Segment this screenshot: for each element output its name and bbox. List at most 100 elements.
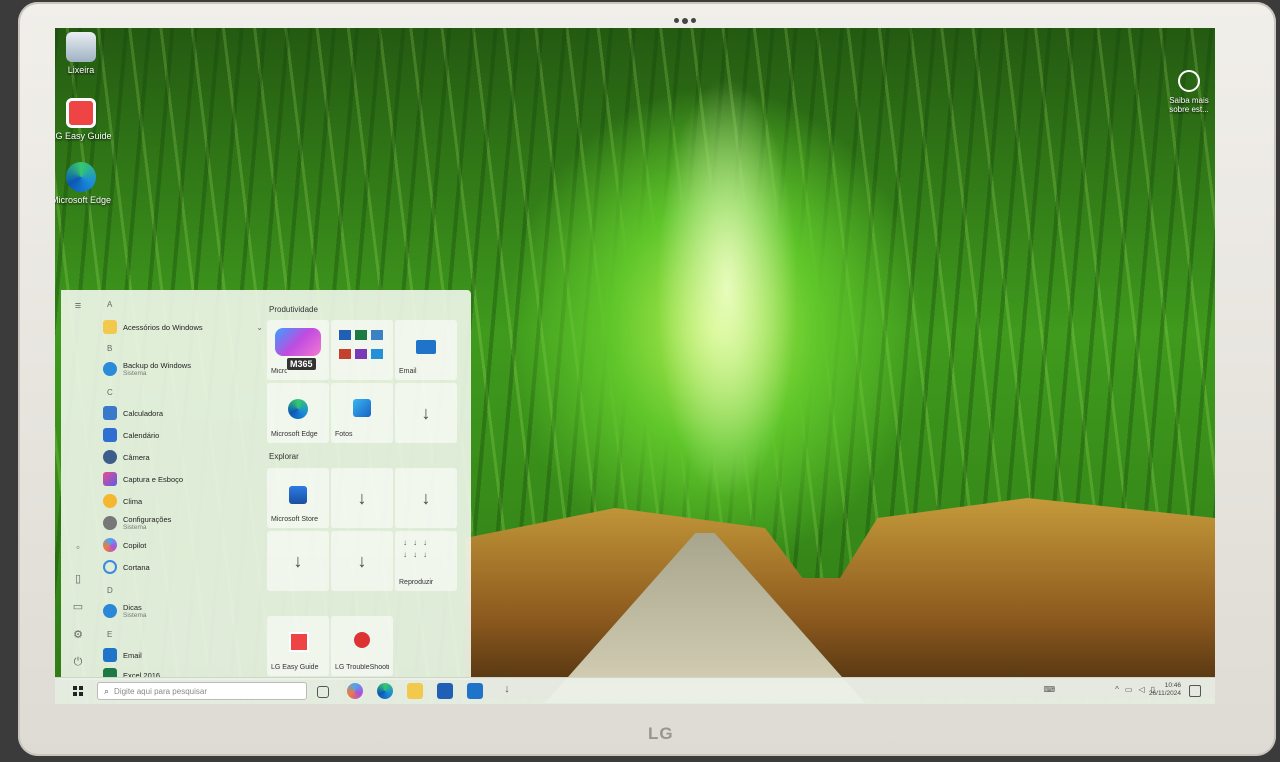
camera-aperture-icon (1178, 70, 1200, 92)
desktop-icon-recycle-bin[interactable]: Lixeira (55, 32, 113, 75)
section-explorar: Explorar (269, 452, 299, 461)
clock[interactable]: 10:46 26/11/2024 (1149, 682, 1181, 698)
tile-download-placeholder-2[interactable]: ↓ (331, 468, 393, 528)
network-icon[interactable]: ▭ (1125, 685, 1133, 694)
lg-easy-guide-icon (66, 98, 96, 128)
app-calendario[interactable]: Calendário (103, 426, 263, 444)
user-icon[interactable]: ◦ (71, 542, 85, 554)
gear-icon (103, 516, 117, 530)
tips-icon (103, 604, 117, 618)
edge-taskbar-icon[interactable] (377, 683, 393, 699)
tile-microsoft-edge[interactable]: Microsoft Edge (267, 383, 329, 443)
desktop-icon-lg-easy-guide[interactable]: LG Easy Guide (55, 98, 113, 141)
tile-reproduzir-folder[interactable]: ↓↓↓ ↓↓↓ Reproduzir (395, 531, 457, 591)
mail-icon (416, 340, 436, 354)
camera-icon (103, 450, 117, 464)
download-icon: ↓ (357, 488, 367, 508)
app-dicas[interactable]: Dicas Sistema (103, 602, 263, 620)
lg-easy-guide-icon (289, 632, 309, 652)
edge-icon (288, 399, 308, 419)
letter-header-b[interactable]: B (107, 344, 112, 353)
download-icon: ↓ (357, 551, 367, 571)
section-produtividade: Produtividade (269, 305, 318, 314)
app-captura[interactable]: Captura e Esboço (103, 470, 263, 488)
taskbar: ⌕ Digite aqui para pesquisar ↓ ⌨ ^ ▭ ◁ ▯… (55, 677, 1215, 704)
folder-icon (103, 320, 117, 334)
windows-start-button[interactable] (73, 686, 83, 696)
learn-more-widget[interactable]: Saiba mais sobre est... (1165, 70, 1213, 114)
mail-taskbar-icon[interactable] (467, 683, 483, 699)
cortana-icon (103, 560, 117, 574)
download-icon: ↓ (293, 551, 303, 571)
calculator-icon (103, 406, 117, 420)
volume-icon[interactable]: ◁ (1138, 685, 1144, 694)
search-icon: ⌕ (104, 685, 110, 696)
power-icon[interactable]: ⏻ (71, 656, 85, 668)
tile-download-placeholder-1[interactable]: ↓ (395, 383, 457, 443)
recycle-bin-icon (66, 32, 96, 62)
app-backup[interactable]: Backup do Windows Sistema (103, 360, 263, 378)
app-configuracoes[interactable]: Configurações Sistema (103, 514, 263, 532)
download-icon: ↓ (421, 488, 431, 508)
cloud-backup-icon (103, 362, 117, 376)
app-calculadora[interactable]: Calculadora (103, 404, 263, 422)
download-icon: ↓ (421, 403, 431, 423)
edge-icon (66, 162, 96, 192)
letter-header-a[interactable]: A (107, 300, 112, 309)
weather-icon (103, 494, 117, 508)
pictures-icon[interactable]: ▭ (71, 600, 85, 613)
keyboard-icon[interactable]: ⌨ (1043, 685, 1055, 694)
app-list: A Acessórios do Windows ⌄ B Backup do Wi… (101, 290, 271, 680)
desktop-icon-edge[interactable]: Microsoft Edge (55, 162, 113, 205)
copilot-icon (103, 538, 117, 552)
tile-microsoft-store[interactable]: Microsoft Store (267, 468, 329, 528)
taskbar-search-box[interactable]: ⌕ Digite aqui para pesquisar (97, 682, 307, 700)
copilot-taskbar-icon[interactable] (347, 683, 363, 699)
notifications-icon[interactable] (1189, 685, 1201, 697)
calendar-icon (103, 428, 117, 442)
file-explorer-icon[interactable] (407, 683, 423, 699)
photos-icon (353, 399, 371, 417)
tile-lg-troubleshooting[interactable]: LG TroubleShooti... (331, 616, 393, 676)
app-clima[interactable]: Clima (103, 492, 263, 510)
chevron-down-icon: ⌄ (256, 322, 263, 332)
tile-microsoft-365[interactable]: M365 Microsoft 365 (267, 320, 329, 380)
tile-download-placeholder-4[interactable]: ↓ (267, 531, 329, 591)
office-apps-icon (339, 330, 387, 364)
lg-troubleshoot-icon (354, 632, 370, 648)
app-camera[interactable]: Câmera (103, 448, 263, 466)
hamburger-menu-icon[interactable]: ≡ (71, 300, 85, 312)
search-placeholder: Digite aqui para pesquisar (114, 686, 207, 696)
app-acessorios[interactable]: Acessórios do Windows ⌄ (103, 318, 263, 336)
tile-email[interactable]: Email (395, 320, 457, 380)
letter-header-c[interactable]: C (107, 388, 113, 397)
webcam (674, 17, 696, 25)
chevron-up-icon[interactable]: ^ (1115, 685, 1119, 694)
letter-header-d[interactable]: D (107, 586, 113, 595)
monitor-brand-logo: LG (648, 724, 674, 743)
tile-lg-easy-guide[interactable]: LG Easy Guide (267, 616, 329, 676)
download-group-icon: ↓↓↓ ↓↓↓ (403, 538, 433, 559)
task-view-icon[interactable] (317, 686, 329, 698)
app-copilot[interactable]: Copilot (103, 536, 263, 554)
letter-header-e[interactable]: E (107, 630, 112, 639)
store-taskbar-icon[interactable] (437, 683, 453, 699)
download-taskbar-icon[interactable]: ↓ (499, 683, 515, 699)
mail-icon (103, 648, 117, 662)
m365-badge: M365 (287, 358, 316, 370)
app-email[interactable]: Email (103, 646, 263, 664)
settings-icon[interactable]: ⚙ (71, 628, 85, 641)
start-rail: ≡ ◦ ▯ ▭ ⚙ ⏻ (61, 290, 95, 680)
desktop: Lixeira LG Easy Guide Microsoft Edge Sai… (55, 28, 1215, 704)
app-cortana[interactable]: Cortana (103, 558, 263, 576)
tile-fotos[interactable]: Fotos (331, 383, 393, 443)
tile-office-apps-folder[interactable] (331, 320, 393, 380)
store-icon (289, 486, 307, 504)
documents-icon[interactable]: ▯ (71, 572, 85, 585)
start-menu: ≡ ◦ ▯ ▭ ⚙ ⏻ A Acessórios do Windows ⌄ B … (61, 290, 471, 680)
tile-download-placeholder-3[interactable]: ↓ (395, 468, 457, 528)
tile-download-placeholder-5[interactable]: ↓ (331, 531, 393, 591)
system-tray: ⌨ (1043, 685, 1055, 694)
m365-icon (275, 328, 321, 356)
snipping-tool-icon (103, 472, 117, 486)
